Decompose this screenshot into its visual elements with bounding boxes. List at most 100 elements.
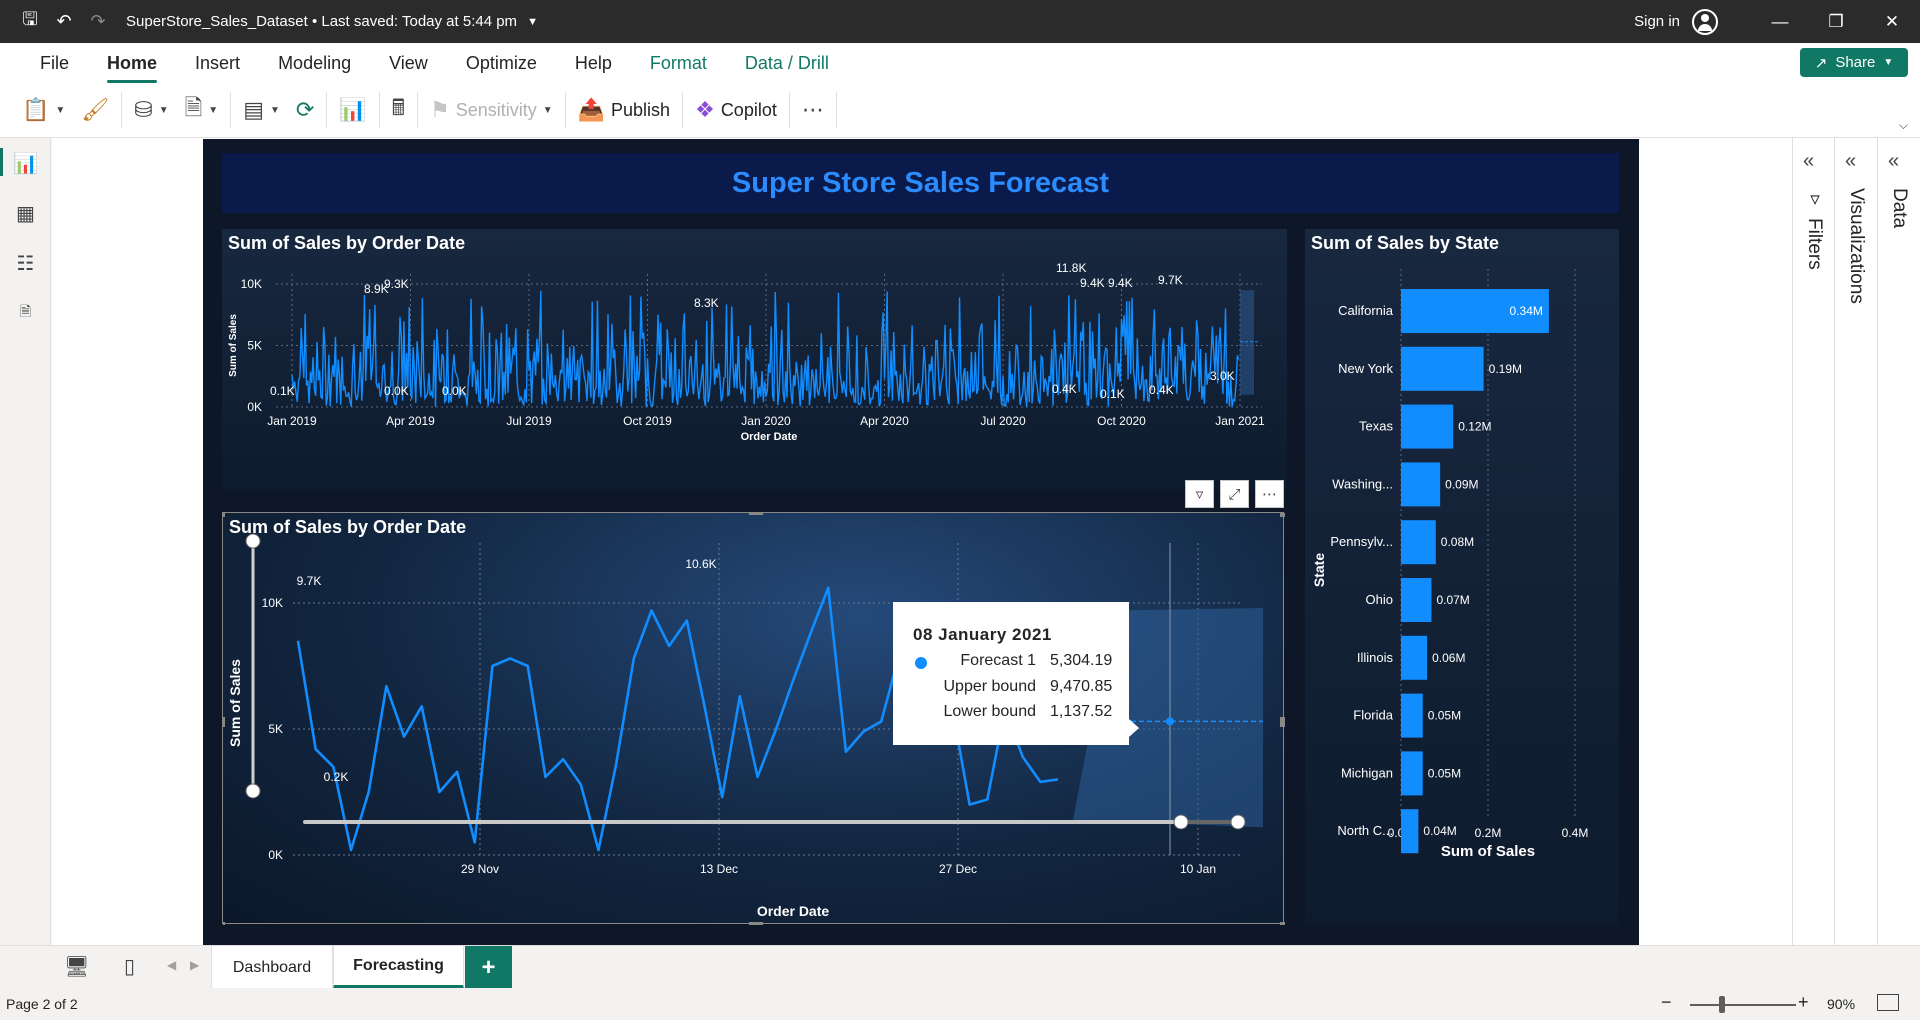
file-title[interactable]: SuperStore_Sales_Dataset • Last saved: T…: [126, 13, 517, 30]
visualizations-pane[interactable]: « Visualizations: [1834, 138, 1877, 945]
menu-modeling[interactable]: Modeling: [259, 43, 370, 83]
data-label: 0.12M: [1458, 420, 1491, 434]
zoom-slider[interactable]: [1690, 1004, 1796, 1006]
tab-forecasting[interactable]: Forecasting: [333, 946, 464, 989]
more-icon: ⋯: [801, 97, 824, 122]
menu-view[interactable]: View: [370, 43, 447, 83]
recent-sources-button[interactable]: 🗎 ▼: [177, 90, 227, 130]
menu-file[interactable]: File: [21, 43, 88, 83]
x-zoom-slider-handle: [1173, 814, 1189, 830]
menu-help[interactable]: Help: [556, 43, 631, 83]
refresh-button[interactable]: ⟳: [288, 90, 322, 130]
publish-label: Publish: [611, 99, 671, 120]
chart-sales-by-date-overview[interactable]: Sum of Sales by Order Date 0K 5K 10K Jan 20…: [222, 229, 1287, 491]
scroll-right-icon[interactable]: ▶: [190, 958, 199, 972]
more-options-icon[interactable]: ⋯: [1255, 480, 1284, 508]
report-view-icon[interactable]: 📊: [0, 138, 51, 188]
y-tick-label: 0K: [247, 400, 262, 414]
format-painter-button[interactable]: 🖌: [73, 90, 117, 130]
chevron-down-icon[interactable]: ▼: [527, 16, 538, 28]
data-label: 3.0K: [1210, 369, 1235, 383]
category-label: California: [1338, 303, 1394, 318]
tooltip-label: Lower bound: [943, 703, 1036, 720]
desktop-layout-icon[interactable]: 🖥: [64, 954, 89, 979]
menu-format[interactable]: Format: [631, 43, 726, 83]
x-tick-label: Jan 2020: [741, 414, 791, 428]
data-label: 9.7K: [297, 574, 322, 588]
ribbon-divider: [378, 92, 380, 128]
chart-sales-by-state[interactable]: Sum of Sales by State 0.0M0.2M0.4MSum of…: [1305, 229, 1619, 924]
zoom-in-icon[interactable]: +: [1798, 992, 1809, 1013]
dax-query-icon[interactable]: 🗎: [0, 288, 51, 338]
avatar-icon[interactable]: [1692, 8, 1718, 35]
data-pane[interactable]: « Data: [1877, 138, 1920, 945]
sensitivity-icon: ⚑: [429, 97, 450, 122]
category-label: New York: [1338, 361, 1393, 376]
recent-source-icon: 🗎: [184, 95, 203, 120]
restore-icon[interactable]: ❐: [1808, 0, 1864, 43]
ribbon-divider: [564, 92, 566, 128]
tooltip-date: 08 January 2021: [913, 625, 1052, 644]
publish-button[interactable]: 📤 Publish: [570, 90, 678, 130]
add-page-button[interactable]: +: [465, 946, 512, 989]
close-icon[interactable]: ✕: [1864, 0, 1920, 43]
model-view-icon[interactable]: ☷: [0, 238, 51, 288]
data-label: Data: [1889, 188, 1910, 229]
minimize-icon[interactable]: —: [1752, 0, 1808, 43]
ribbon: 📋 ▼ 🖌 ⛁ ▼ 🗎 ▼ ▤ ▼ ⟳ 📊 🖩 ⚑ Sensitivity ▼ 📤 Publi…: [0, 83, 1920, 138]
refresh-icon: ⟳: [295, 97, 315, 122]
copilot-button[interactable]: ❖ Copilot: [687, 90, 785, 130]
new-visual-button[interactable]: 📊: [331, 90, 374, 130]
chevron-down-icon: ▼: [542, 104, 553, 116]
x-tick-label: Apr 2020: [860, 414, 909, 428]
tooltip-row: Forecast 1 5,304.19: [893, 652, 1129, 674]
paste-button[interactable]: 📋 ▼: [14, 90, 73, 130]
expand-filters-icon[interactable]: «: [1803, 150, 1814, 173]
copilot-label: Copilot: [720, 99, 777, 120]
more-options-button[interactable]: ⋯: [794, 90, 832, 130]
menu-home[interactable]: Home: [88, 43, 176, 83]
resize-handle: [749, 513, 763, 515]
sensitivity-button: ⚑ Sensitivity ▼: [422, 90, 561, 130]
mobile-layout-icon[interactable]: ▯: [124, 954, 135, 979]
table-view-icon[interactable]: ▦: [0, 188, 51, 238]
zoom-out-icon[interactable]: −: [1661, 992, 1672, 1013]
data-label: 9.3K: [384, 277, 409, 291]
report-title: Super Store Sales Forecast: [731, 166, 1110, 199]
x-axis-title: Order Date: [757, 903, 830, 919]
share-button[interactable]: ↗ Share ▼: [1800, 48, 1908, 77]
chevron-down-icon: ▼: [1883, 57, 1894, 68]
new-measure-button[interactable]: 🖩: [384, 90, 413, 130]
redo-icon[interactable]: ↷: [84, 8, 112, 36]
filter-icon[interactable]: ▿: [1185, 480, 1214, 508]
transform-data-button[interactable]: ▤ ▼: [235, 90, 288, 130]
filters-pane[interactable]: « ▿ Filters: [1792, 138, 1834, 945]
scroll-left-icon[interactable]: ◀: [167, 958, 176, 972]
add-visual-icon: 📊: [339, 97, 367, 122]
chart-svg: 0K 5K 10K Jan 2019 Apr 2019 Jul 2019 Oct 2019 J…: [228, 261, 1265, 443]
y-zoom-slider-handle: [245, 533, 261, 549]
tab-dashboard[interactable]: Dashboard: [211, 946, 333, 989]
ribbon-divider: [835, 92, 837, 128]
category-label: Washing...: [1332, 476, 1393, 491]
zoom-slider-thumb[interactable]: [1719, 996, 1725, 1013]
menu-insert[interactable]: Insert: [176, 43, 259, 83]
focus-mode-icon[interactable]: ⤢: [1220, 480, 1249, 508]
menu-optimize[interactable]: Optimize: [447, 43, 556, 83]
data-label: 9.4K: [1080, 276, 1105, 290]
sign-in-link[interactable]: Sign in: [1634, 13, 1680, 30]
data-label: 0.06M: [1432, 651, 1465, 665]
menu-data-drill[interactable]: Data / Drill: [726, 43, 848, 83]
series-line: [291, 290, 1240, 408]
chevron-down-icon: ▼: [55, 104, 66, 116]
y-tick-label: 5K: [268, 722, 283, 736]
fit-to-page-icon[interactable]: [1877, 994, 1899, 1011]
save-icon[interactable]: 🖫: [16, 8, 44, 36]
undo-icon[interactable]: ↶: [50, 8, 78, 36]
database-icon: ⛁: [134, 97, 153, 122]
ribbon-divider: [788, 92, 790, 128]
expand-data-icon[interactable]: «: [1888, 150, 1899, 173]
collapse-ribbon-icon[interactable]: ⌵: [1899, 118, 1908, 133]
expand-visualizations-icon[interactable]: «: [1845, 150, 1856, 173]
get-data-button[interactable]: ⛁ ▼: [126, 90, 176, 130]
